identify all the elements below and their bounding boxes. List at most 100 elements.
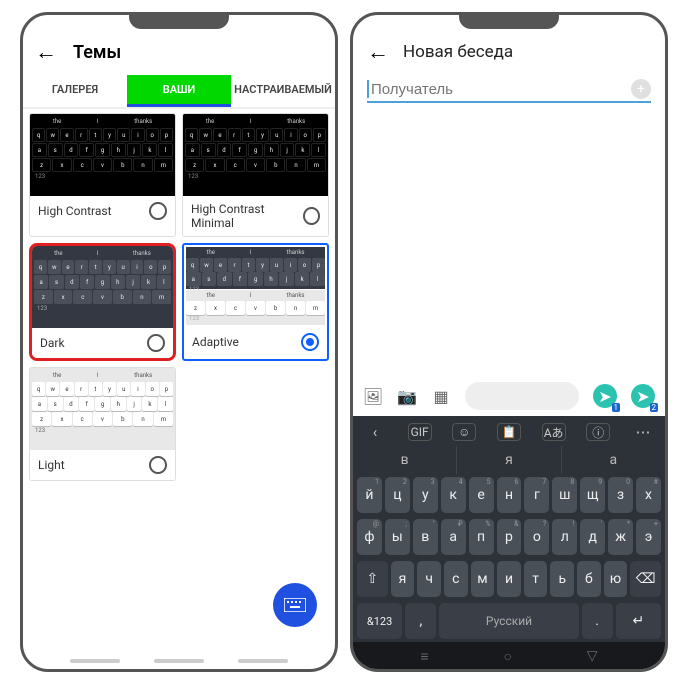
send-sim2-button[interactable]: ➤2 [631,384,655,408]
enter-key[interactable]: ↵ [616,603,661,639]
keyboard-toolbar: ‹ GIF ☺ 📋 Aあ ⓘ ⋯ [353,418,665,446]
key-ы[interactable]: ы; [385,519,410,555]
key-т[interactable]: т [524,561,548,597]
comma-key[interactable]: , [405,603,436,639]
recipient-field-row: + [367,79,651,103]
more-icon[interactable]: ⋯ [631,423,655,441]
theme-card-dark[interactable]: theIthanksqwertyuiopasdfghjklzxcvbnm123D… [29,243,176,361]
key-м[interactable]: м [471,561,495,597]
theme-card-adaptive[interactable]: theIthanksqwertyuiopasdfghjkl123theIthan… [182,243,329,361]
key-я[interactable]: я [391,561,415,597]
keyboard-fab[interactable] [273,583,317,627]
key-ц[interactable]: ц2 [385,477,410,513]
key-н[interactable]: н6 [497,477,522,513]
key-ш[interactable]: ш8 [552,477,577,513]
phone-screen-themes: ← Темы ГАЛЕРЕЯ ВАШИ НАСТРАИВАЕМЫЙ theIth… [20,12,338,672]
nav-bar: ≡ ○ ▽ [353,642,665,669]
key-с[interactable]: с [444,561,468,597]
nav-recent[interactable]: ≡ [420,648,428,665]
tab-custom[interactable]: НАСТРАИВАЕМЫЙ [231,75,335,107]
tab-gallery[interactable]: ГАЛЕРЕЯ [23,75,127,107]
key-ь[interactable]: ь [550,561,574,597]
key-п[interactable]: п% [469,519,494,555]
send-sim1-button[interactable]: ➤1 [593,384,617,408]
camera-icon[interactable]: 📷 [397,386,417,406]
prediction-3[interactable]: а [562,446,665,474]
gif-button[interactable]: GIF [408,423,432,441]
key-у[interactable]: у3 [413,477,438,513]
shift-key[interactable]: ⇧ [357,561,388,597]
key-row-3: ⇧ячсмитьбю⌫ [353,558,665,600]
chevron-left-icon[interactable]: ‹ [363,423,387,441]
tabs: ГАЛЕРЕЯ ВАШИ НАСТРАИВАЕМЫЙ [23,75,335,109]
text-cursor [367,80,369,98]
message-area [353,105,665,376]
key-д[interactable]: д' [580,519,605,555]
key-э[interactable]: э+ [636,519,661,555]
symbols-key[interactable]: &123 [357,603,402,639]
key-row-2: ф@ы;в"а₽п%р&о?л!д'ж*э+ [353,516,665,558]
theme-card-light[interactable]: theIthanksqwertyuiopasdfghjklzxcvbnm123L… [29,367,176,481]
recipient-input[interactable] [371,81,631,98]
key-row-4: &123 , Русский . ↵ [353,600,665,642]
key-ч[interactable]: ч [417,561,441,597]
sticker-button[interactable]: ☺ [452,423,476,441]
key-ф[interactable]: ф@ [357,519,382,555]
theme-radio[interactable] [149,202,167,220]
theme-name: Light [38,458,65,472]
key-г[interactable]: г7 [524,477,549,513]
theme-grid: theIthanksqwertyuiopasdfghjklzxcvbnm123H… [23,109,335,485]
key-щ[interactable]: щ9 [580,477,605,513]
key-з[interactable]: з0 [608,477,633,513]
space-key[interactable]: Русский [439,603,578,639]
theme-card-high-contrast[interactable]: theIthanksqwertyuiopasdfghjklzxcvbnm123H… [29,113,176,237]
key-л[interactable]: л! [552,519,577,555]
back-arrow-icon[interactable]: ← [35,39,57,65]
key-и[interactable]: и [497,561,521,597]
info-button[interactable]: ⓘ [586,423,610,441]
backspace-key[interactable]: ⌫ [630,561,661,597]
back-arrow-icon[interactable]: ← [367,39,389,65]
theme-name: High Contrast [38,204,112,218]
image-icon[interactable]: 🖼 [363,386,383,406]
key-ж[interactable]: ж* [608,519,633,555]
theme-name: Dark [40,336,65,350]
theme-name: Adaptive [192,335,239,349]
key-й[interactable]: й1 [357,477,382,513]
compose-row: 🖼 📷 ▦ ➤1 ➤2 [353,376,665,416]
key-о[interactable]: о? [524,519,549,555]
key-в[interactable]: в" [413,519,438,555]
prediction-2[interactable]: я [457,446,561,474]
key-ю[interactable]: ю [604,561,628,597]
key-к[interactable]: к4 [441,477,466,513]
key-а[interactable]: а₽ [441,519,466,555]
gesture-bar [23,659,335,663]
clipboard-button[interactable]: 📋 [497,423,521,441]
theme-radio[interactable] [147,334,165,352]
nav-home[interactable]: ○ [503,648,511,665]
theme-radio[interactable] [303,207,320,225]
add-recipient-icon[interactable]: + [631,79,651,99]
message-input[interactable] [465,382,579,410]
notch [129,15,229,29]
key-х[interactable]: х# [636,477,661,513]
prediction-row: в я а [353,446,665,474]
theme-radio[interactable] [149,456,167,474]
key-р[interactable]: р& [497,519,522,555]
nav-back[interactable]: ▽ [587,648,598,665]
key-row-1: й1ц2у3к4е5н6г7ш8щ9з0х# [353,474,665,516]
theme-radio[interactable] [301,333,319,351]
theme-name: High Contrast Minimal [191,202,303,230]
theme-card-high-contrast-minimal[interactable]: theIthanksqwertyuiopasdfghjklzxcvbnm123H… [182,113,329,237]
prediction-1[interactable]: в [353,446,457,474]
tab-yours[interactable]: ВАШИ [127,75,231,107]
period-key[interactable]: . [582,603,613,639]
notch [459,15,559,29]
key-б[interactable]: б [577,561,601,597]
phone-screen-messages: ← Новая беседа + 🖼 📷 ▦ ➤1 ➤2 ‹ GIF ☺ 📋 A… [350,12,668,672]
key-е[interactable]: е5 [469,477,494,513]
page-title: Темы [73,42,121,63]
translate-button[interactable]: Aあ [542,423,566,441]
apps-icon[interactable]: ▦ [431,386,451,406]
page-title: Новая беседа [403,42,513,62]
